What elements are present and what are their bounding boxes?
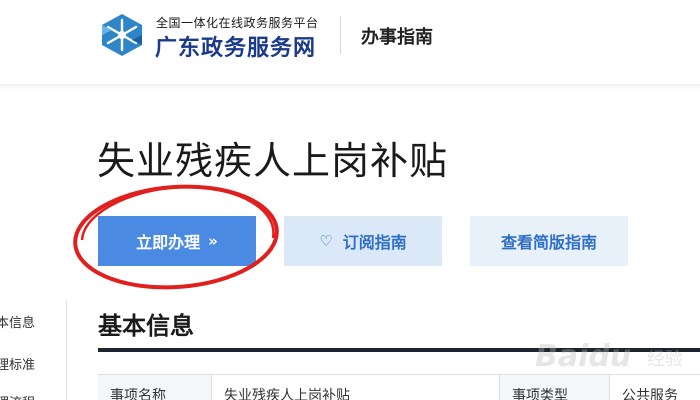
subscribe-guide-button[interactable]: ♡ 订阅指南 (284, 216, 442, 266)
heart-icon: ♡ (319, 232, 333, 250)
brand-subtitle: 全国一体化在线政务服务平台 (156, 16, 319, 30)
page-title: 失业残疾人上岗补贴 (97, 139, 449, 183)
header-divider (340, 16, 341, 54)
watermark-text: Baidu (535, 339, 632, 374)
double-chevron-right-icon: » (208, 232, 218, 250)
snowflake-logo-icon[interactable] (98, 12, 146, 58)
brand-title[interactable]: 广东政务服务网 (155, 30, 316, 62)
subscribe-guide-label: 订阅指南 (342, 233, 407, 252)
side-nav: 本信息 理标准 理流程 (0, 300, 67, 400)
view-simple-guide-label: 查看简版指南 (500, 233, 597, 252)
section-title-basic-info: 基本信息 (98, 312, 194, 340)
side-nav-item-process[interactable]: 理流程 (0, 392, 35, 400)
site-header: 全国一体化在线政务服务平台 广东政务服务网 办事指南 (0, 0, 700, 85)
table-cell-value: 失业残疾人上岗补贴 (212, 375, 500, 400)
side-nav-item-criteria[interactable]: 理标准 (0, 354, 35, 373)
nav-guide-link[interactable]: 办事指南 (361, 23, 433, 49)
watermark-text-cn: 经验 (647, 349, 683, 370)
page: 全国一体化在线政务服务平台 广东政务服务网 办事指南 失业残疾人上岗补贴 立即办… (0, 0, 700, 400)
table-cell-label: 事项名称 (98, 375, 212, 400)
side-nav-item-basic-info[interactable]: 本信息 (0, 312, 35, 331)
watermark: Baidu 经验 (535, 325, 700, 385)
view-simple-guide-button[interactable]: 查看简版指南 (470, 216, 628, 266)
apply-now-label: 立即办理 (136, 233, 201, 252)
header-shadow (0, 84, 700, 90)
apply-now-button[interactable]: 立即办理 » (98, 216, 256, 266)
